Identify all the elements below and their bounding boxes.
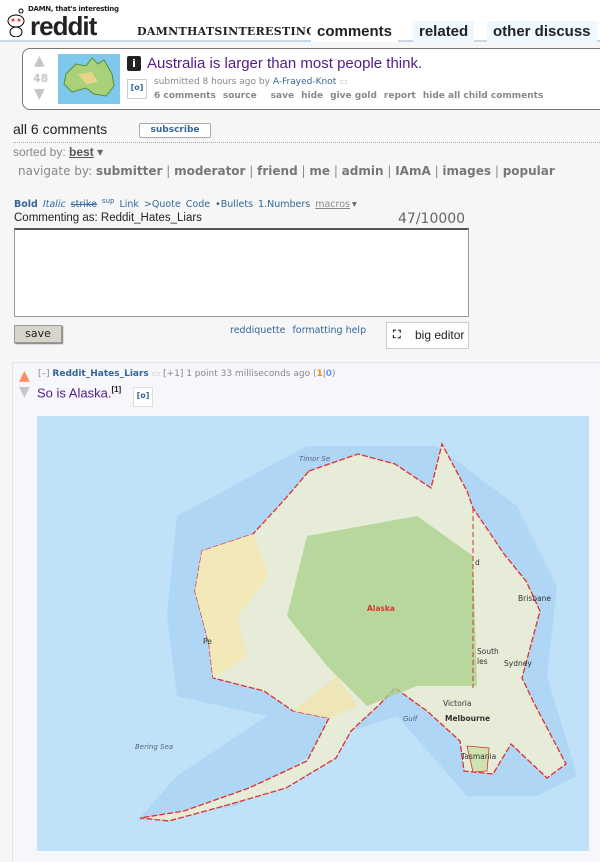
navigate-label: navigate by:: [18, 164, 93, 178]
reddit-logo[interactable]: DAMN, that's interesting reddit: [4, 3, 124, 39]
bullets-button[interactable]: •Bullets: [215, 199, 253, 210]
label-timor-sea: Timor Se: [299, 455, 330, 463]
nav-me[interactable]: me: [309, 164, 330, 178]
post-tagline: submitted 8 hours ago by A-Frayed-Knot ▭: [154, 77, 348, 87]
markdown-toolbar: Bold Italic strike sup Link >Quote Code •Bullet…: [14, 197, 362, 210]
navigate-by: navigate by: submitter | moderator | fri…: [18, 164, 555, 178]
nav-popular[interactable]: popular: [503, 164, 555, 178]
comment-meta: 1 point 33 milliseconds ago: [186, 369, 311, 379]
quote-button[interactable]: >Quote: [144, 199, 181, 210]
source-link[interactable]: source: [223, 91, 257, 101]
help-links: reddiquette formatting help: [230, 325, 373, 336]
footnote[interactable]: [1]: [111, 385, 121, 394]
nav-admin[interactable]: admin: [342, 164, 384, 178]
hide-link[interactable]: hide: [301, 91, 323, 101]
post-title[interactable]: Australia is larger than most people thi…: [147, 55, 422, 72]
post: ▲ 48 ▼ i Australia is larger than most p…: [22, 48, 600, 110]
label-alaska: Alaska: [367, 604, 395, 613]
label-wales: les: [477, 657, 488, 666]
info-flair-icon: i: [127, 56, 141, 71]
post-thumbnail[interactable]: [58, 54, 120, 104]
downvote-count: 0: [325, 369, 333, 379]
snoo-icon: [7, 8, 25, 37]
subreddit-name[interactable]: DamnThatsInteresting: [137, 25, 316, 38]
chevron-down-icon: ▾: [97, 145, 104, 159]
comments-link[interactable]: 6 comments: [154, 91, 216, 101]
upvote-count: 1: [316, 369, 323, 379]
comment-tagline: [–] Reddit_Hates_Liars ▭ [+1] 1 point 33…: [38, 369, 336, 379]
logo-word: reddit: [30, 11, 97, 41]
subscribe-button[interactable]: subscribe: [139, 123, 211, 138]
label-gulf: Gulf: [403, 715, 419, 723]
comment-text[interactable]: So is Alaska.: [37, 385, 111, 400]
numbers-button[interactable]: 1.Numbers: [258, 199, 310, 210]
comment: ▲ ▼ [–] Reddit_Hates_Liars ▭ [+1] 1 poin…: [12, 362, 600, 862]
post-score: 48: [33, 72, 49, 85]
author-link[interactable]: A-Frayed-Knot: [273, 77, 336, 87]
collapse-button[interactable]: [–]: [38, 369, 50, 379]
sort-label: sorted by:: [13, 145, 66, 159]
label-melbourne: Melbourne: [445, 714, 490, 723]
sort-value[interactable]: best: [69, 145, 94, 159]
big-editor-label: big editor: [415, 328, 465, 342]
chevron-down-icon: ▾: [352, 199, 357, 211]
comment-body: So is Alaska.[1]: [37, 385, 121, 400]
nav-iama[interactable]: IAmA: [395, 164, 431, 178]
submitted-text: submitted 8 hours ago by: [154, 77, 270, 87]
nav-submitter[interactable]: submitter: [96, 164, 162, 178]
vote-indicator: [+1]: [163, 369, 184, 379]
expando-image-icon[interactable]: [o]: [127, 79, 147, 99]
save-button[interactable]: save: [14, 325, 62, 343]
save-link[interactable]: save: [271, 91, 294, 101]
comment-author[interactable]: Reddit_Hates_Liars: [52, 369, 148, 379]
divider: [13, 142, 600, 143]
comments-heading: all 6 comments: [13, 121, 108, 137]
code-button[interactable]: Code: [186, 199, 210, 210]
nav-moderator[interactable]: moderator: [174, 164, 245, 178]
label-perth: Pe: [203, 637, 212, 646]
char-count: 47/10000: [398, 211, 466, 227]
label-queensland: d: [475, 558, 480, 567]
tab-comments[interactable]: comments: [311, 21, 399, 42]
upvote-icon[interactable]: ▲: [19, 369, 30, 383]
header: DAMN, that's interesting reddit DamnThat…: [0, 0, 600, 42]
label-victoria: Victoria: [443, 699, 471, 708]
sup-button[interactable]: sup: [102, 197, 115, 205]
commenting-as: Commenting as: Reddit_Hates_Liars: [14, 212, 202, 224]
label-tasmania: Tasmania: [460, 752, 496, 761]
label-south: South: [477, 647, 499, 656]
label-sydney: Sydney: [504, 659, 532, 668]
post-buttons: 6 comments source save hide give gold report h…: [154, 91, 550, 101]
italic-button[interactable]: Italic: [43, 199, 66, 210]
big-editor-button[interactable]: ⛶ big editor: [386, 322, 469, 349]
formatting-help-link[interactable]: formatting help: [292, 325, 366, 336]
downvote-icon[interactable]: ▼: [34, 87, 45, 101]
hide-child-comments-link[interactable]: hide all child comments: [423, 91, 543, 101]
comment-textarea[interactable]: [14, 228, 469, 317]
link-button[interactable]: Link: [119, 199, 138, 210]
give-gold-link[interactable]: give gold: [330, 91, 377, 101]
reddiquette-link[interactable]: reddiquette: [230, 325, 285, 336]
tab-other-discussions[interactable]: other discuss: [487, 21, 597, 42]
bold-button[interactable]: Bold: [14, 199, 38, 210]
upvote-icon[interactable]: ▲: [34, 54, 45, 68]
report-link[interactable]: report: [384, 91, 416, 101]
sort-menu[interactable]: sorted by: best ▾: [13, 145, 103, 159]
macros-button[interactable]: macros: [315, 199, 350, 210]
map-image[interactable]: Timor Se Gulf Bering Sea Alaska Brisbane…: [37, 416, 589, 851]
tab-related[interactable]: related: [413, 21, 475, 42]
downvote-icon[interactable]: ▼: [19, 385, 30, 399]
strike-button[interactable]: strike: [71, 199, 97, 210]
nav-friend[interactable]: friend: [257, 164, 298, 178]
expand-icon: ⛶: [393, 329, 401, 341]
label-bering-sea: Bering Sea: [135, 743, 173, 751]
expando-image-icon[interactable]: [o]: [133, 387, 153, 407]
nav-images[interactable]: images: [442, 164, 491, 178]
label-brisbane: Brisbane: [518, 594, 551, 603]
